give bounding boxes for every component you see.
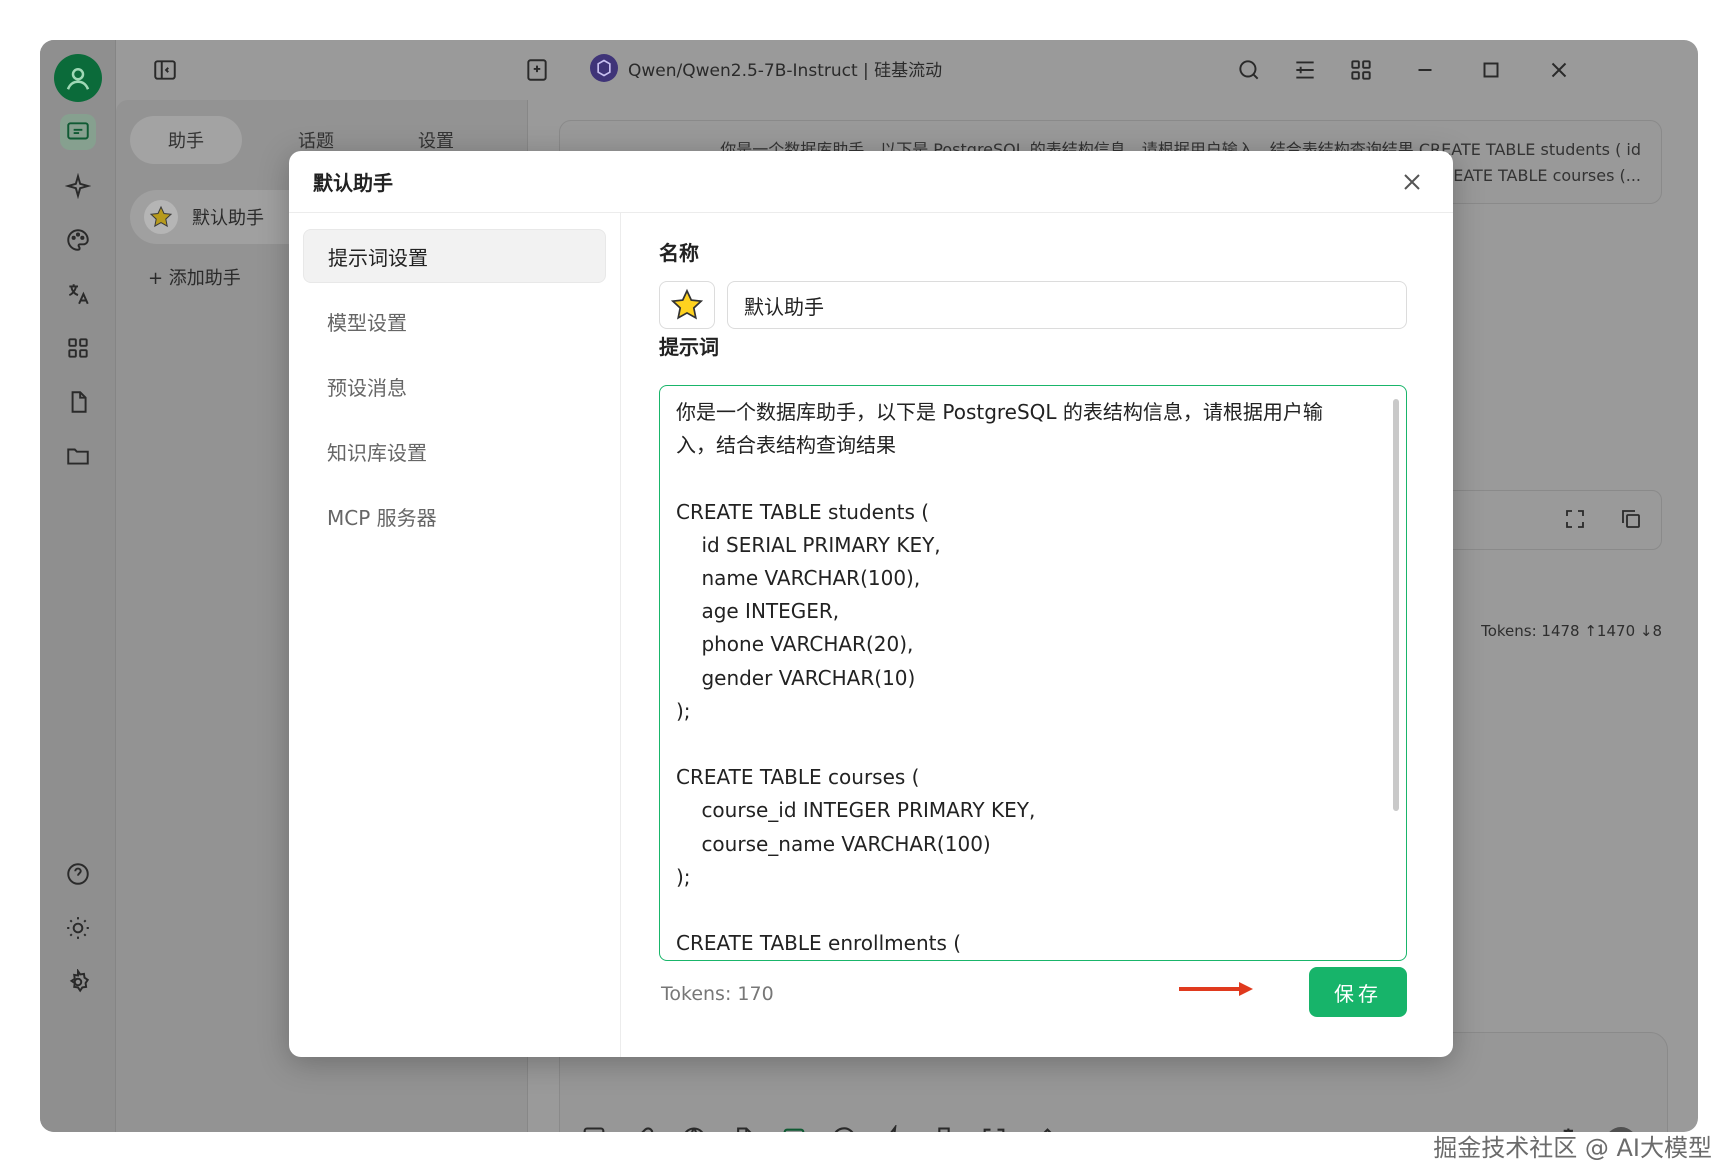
chat-icon[interactable] xyxy=(60,114,96,150)
save-button[interactable]: 保存 xyxy=(1309,967,1407,1017)
icon-rail xyxy=(40,40,116,1132)
nav-mcp-servers[interactable]: MCP 服务器 xyxy=(303,489,606,543)
globe-icon[interactable] xyxy=(680,1125,708,1132)
modal-nav: 提示词设置 模型设置 预设消息 知识库设置 MCP 服务器 xyxy=(289,213,621,1057)
layout-icon[interactable] xyxy=(1292,57,1318,87)
apps-grid-icon[interactable] xyxy=(60,330,96,366)
eraser-icon[interactable] xyxy=(1030,1125,1058,1132)
name-label: 名称 xyxy=(659,241,699,265)
copy-icon[interactable] xyxy=(1619,507,1643,535)
modal-title: 默认助手 xyxy=(289,151,1453,213)
name-input[interactable] xyxy=(727,281,1407,329)
mention-icon[interactable] xyxy=(830,1125,858,1132)
sparkle-icon[interactable] xyxy=(60,168,96,204)
translate-icon[interactable] xyxy=(60,276,96,312)
settings-gear-icon[interactable] xyxy=(60,964,96,1000)
sidebar-toggle-icon[interactable] xyxy=(152,57,178,87)
modal-content: 名称 提示词 你是一个数据库助手，以下是 PostgreSQL 的表结构信息，请… xyxy=(621,213,1453,1057)
model-logo-icon xyxy=(590,54,618,82)
assistant-settings-modal: 默认助手 提示词设置 模型设置 预设消息 知识库设置 MCP 服务器 名称 提示… xyxy=(289,151,1453,1057)
prompt-token-count: Tokens: 170 xyxy=(661,983,774,1005)
help-icon[interactable] xyxy=(60,856,96,892)
star-icon xyxy=(670,288,704,320)
attachment-icon[interactable] xyxy=(630,1125,658,1132)
input-toolbar xyxy=(580,1123,1058,1132)
fullscreen-icon[interactable] xyxy=(980,1125,1008,1132)
expand-icon[interactable] xyxy=(1563,507,1587,535)
folder-icon[interactable] xyxy=(60,438,96,474)
document-icon[interactable] xyxy=(60,384,96,420)
mcp-terminal-icon[interactable] xyxy=(780,1125,808,1132)
prompt-textarea[interactable]: 你是一个数据库助手，以下是 PostgreSQL 的表结构信息，请根据用户输 入… xyxy=(659,385,1407,961)
add-assistant-button[interactable]: + 添加助手 xyxy=(148,264,241,290)
star-icon xyxy=(144,200,178,234)
tab-assistant[interactable]: 助手 xyxy=(130,116,242,164)
palette-icon[interactable] xyxy=(60,222,96,258)
window-close-icon[interactable] xyxy=(1546,57,1572,87)
message-token-count: Tokens: 1478 ↑1470 ↓8 xyxy=(1481,622,1662,640)
new-topic-icon[interactable] xyxy=(580,1125,608,1132)
assistant-item-label: 默认助手 xyxy=(192,208,264,229)
nav-preset-messages[interactable]: 预设消息 xyxy=(303,359,606,413)
nav-knowledge-settings[interactable]: 知识库设置 xyxy=(303,424,606,478)
pin-icon[interactable] xyxy=(930,1125,958,1132)
maximize-icon[interactable] xyxy=(1478,57,1504,87)
close-icon xyxy=(1404,174,1420,190)
user-avatar[interactable] xyxy=(54,54,102,102)
emoji-picker-button[interactable] xyxy=(659,281,715,329)
model-title-text: Qwen/Qwen2.5-7B-Instruct | 硅基流动 xyxy=(628,60,943,81)
minimize-icon[interactable] xyxy=(1412,57,1438,87)
lightning-icon[interactable] xyxy=(880,1123,908,1132)
nav-model-settings[interactable]: 模型设置 xyxy=(303,294,606,348)
new-topic-icon[interactable] xyxy=(524,57,550,87)
top-bar: Qwen/Qwen2.5-7B-Instruct | 硅基流动 xyxy=(116,40,1698,100)
modal-close-button[interactable] xyxy=(1395,165,1429,199)
watermark: 掘金技术社区 @ AI大模型 xyxy=(1433,1134,1712,1162)
search-icon[interactable] xyxy=(1236,57,1262,87)
nav-prompt-settings[interactable]: 提示词设置 xyxy=(303,229,606,283)
grid-view-icon[interactable] xyxy=(1348,57,1374,87)
arrow-annotation xyxy=(1179,982,1253,996)
prompt-scrollbar[interactable] xyxy=(1393,399,1399,811)
knowledge-icon[interactable] xyxy=(730,1125,758,1132)
prompt-label: 提示词 xyxy=(659,335,719,359)
model-title[interactable]: Qwen/Qwen2.5-7B-Instruct | 硅基流动 xyxy=(590,54,942,82)
brightness-icon[interactable] xyxy=(60,910,96,946)
